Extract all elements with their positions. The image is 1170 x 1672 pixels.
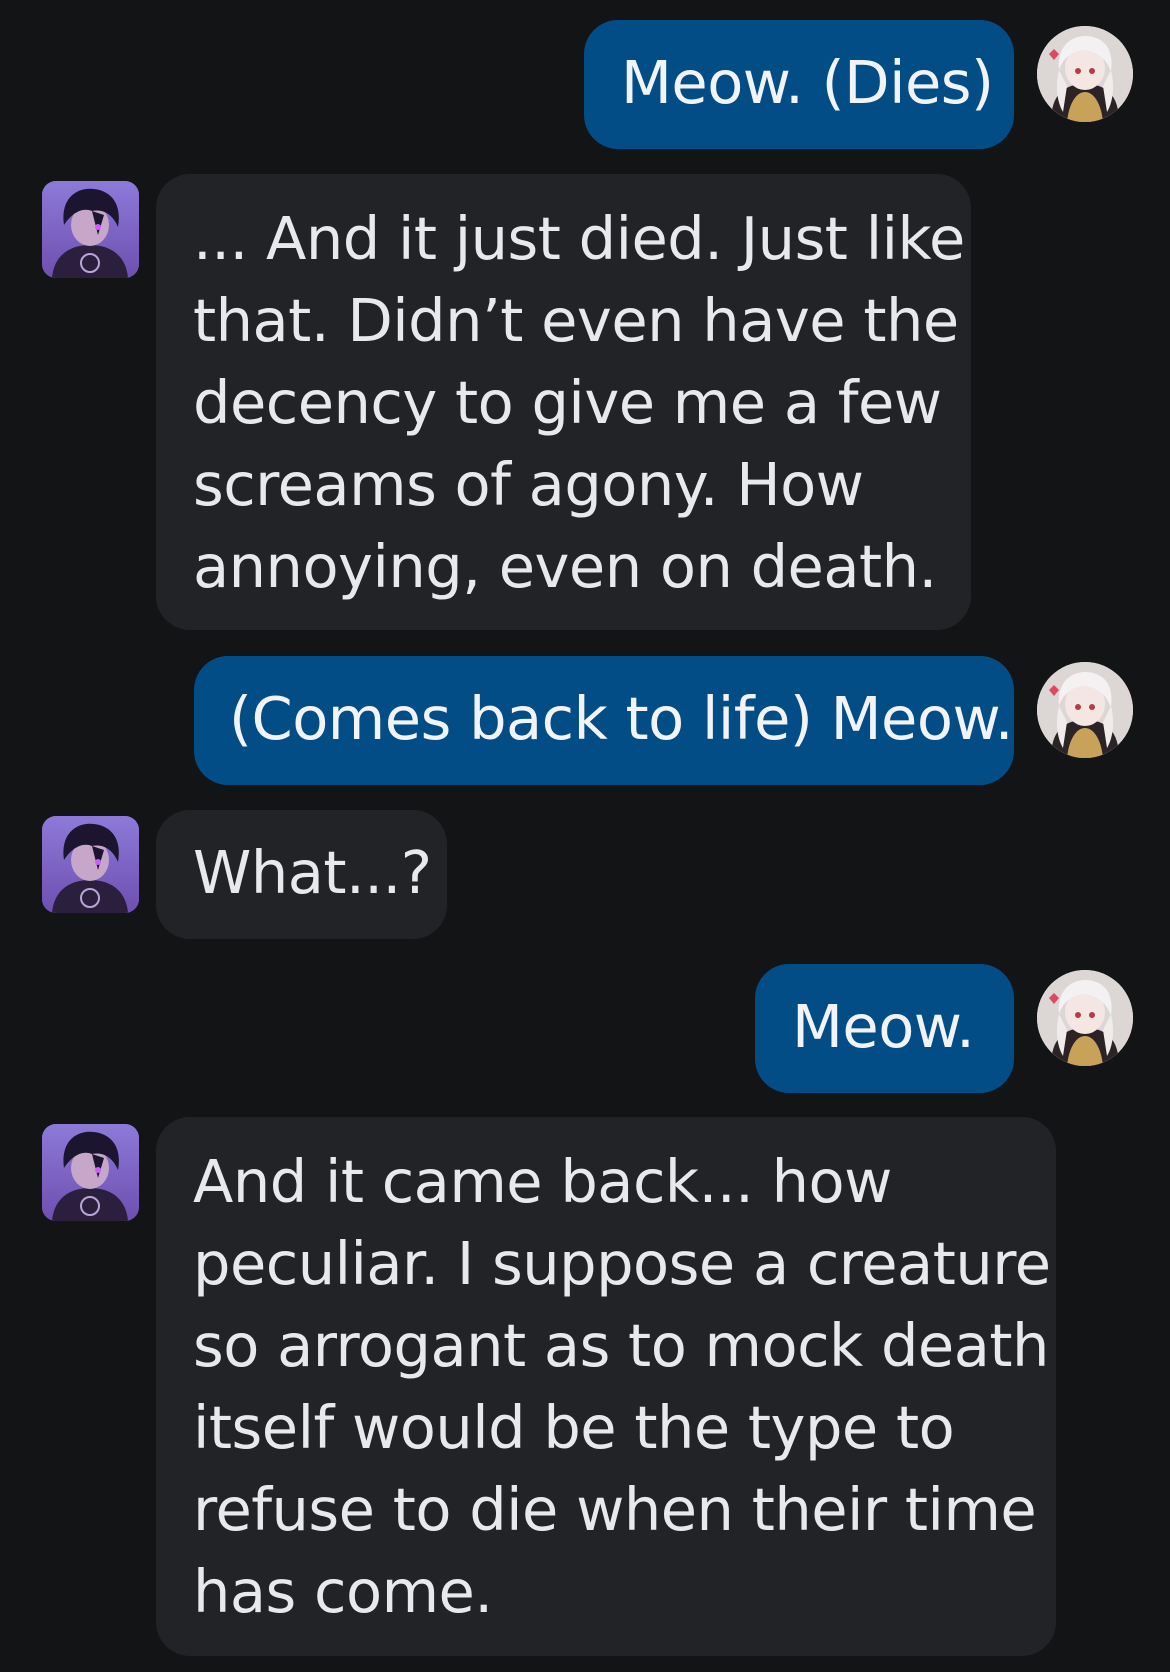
message-text-line: so arrogant as to mock death <box>193 1311 1049 1380</box>
message-text-line: that. Didn’t even have the <box>193 286 959 355</box>
message-text-line: screams of agony. How <box>193 450 864 519</box>
character-avatar-icon <box>42 816 139 913</box>
user-message-bubble: Meow. <box>755 964 1014 1093</box>
user-message-bubble: Meow. (Dies) <box>584 20 1014 149</box>
message-text-line: has come. <box>193 1557 493 1626</box>
user-avatar[interactable] <box>1037 970 1133 1066</box>
character-avatar[interactable] <box>42 1124 139 1221</box>
user-avatar-icon <box>1037 662 1133 758</box>
character-avatar[interactable] <box>42 816 139 913</box>
user-avatar-icon <box>1037 970 1133 1066</box>
user-message-bubble: (Comes back to life) Meow. <box>194 656 1014 785</box>
user-avatar[interactable] <box>1037 26 1133 122</box>
bot-message-bubble: ... And it just died. Just like that. Di… <box>156 174 971 630</box>
message-text-line: itself would be the type to <box>193 1393 955 1462</box>
character-avatar-icon <box>42 1124 139 1221</box>
message-text-line: peculiar. I suppose a creature <box>193 1229 1051 1298</box>
message-text: (Comes back to life) Meow. <box>229 684 1014 753</box>
bot-message-bubble: And it came back... how peculiar. I supp… <box>156 1117 1056 1656</box>
message-text: What...? <box>193 838 432 907</box>
user-avatar[interactable] <box>1037 662 1133 758</box>
character-avatar-icon <box>42 181 139 278</box>
message-text: Meow. (Dies) <box>621 48 994 117</box>
message-text-line: decency to give me a few <box>193 368 942 437</box>
message-text-line: ... And it just died. Just like <box>193 204 965 273</box>
message-text-line: refuse to die when their time <box>193 1475 1037 1544</box>
message-text-line: And it came back... how <box>193 1147 892 1216</box>
user-avatar-icon <box>1037 26 1133 122</box>
message-text-line: annoying, even on death. <box>193 532 937 601</box>
character-avatar[interactable] <box>42 181 139 278</box>
message-text: Meow. <box>792 992 975 1061</box>
bot-message-bubble: What...? <box>156 810 447 939</box>
